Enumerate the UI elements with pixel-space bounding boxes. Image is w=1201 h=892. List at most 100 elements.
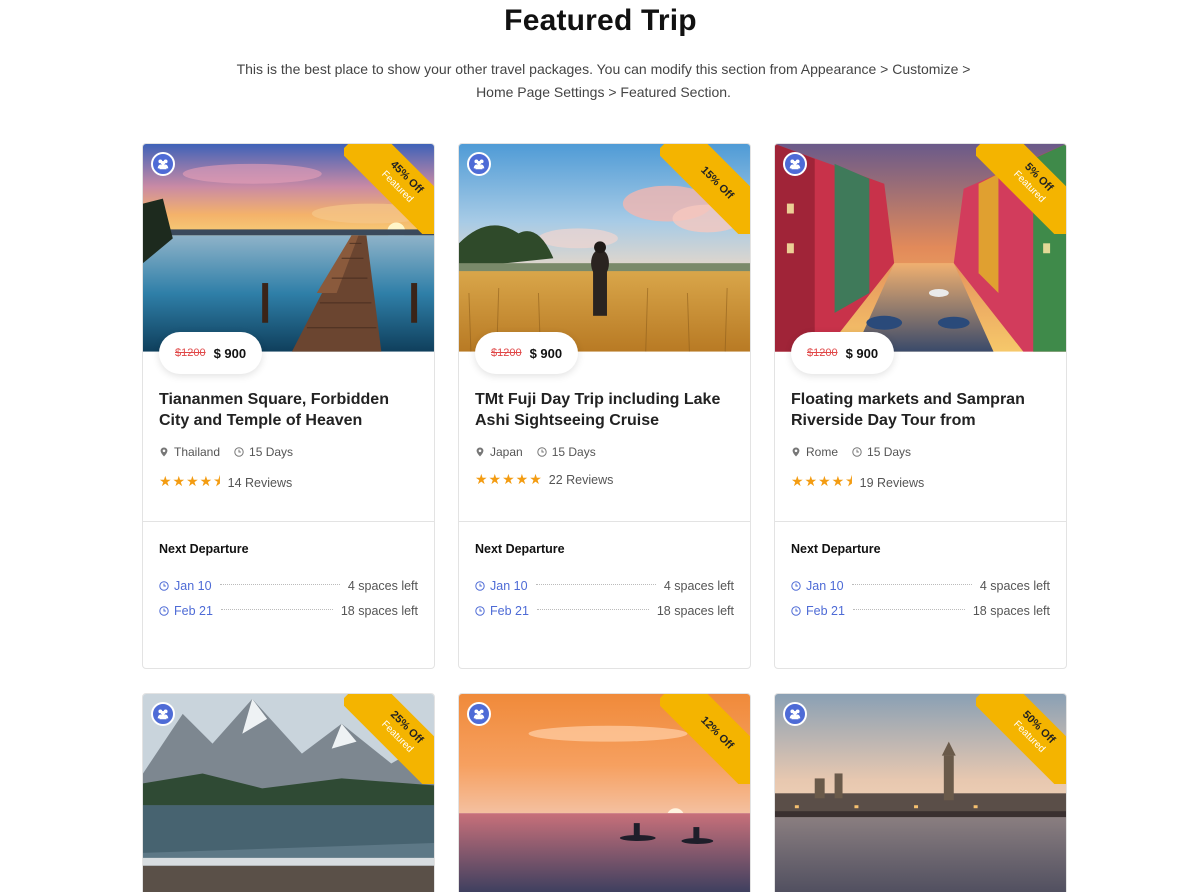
map-pin-icon: [791, 447, 801, 457]
trip-card[interactable]: 12% Off: [458, 693, 751, 892]
dotted-leader: [220, 609, 333, 610]
departure-row[interactable]: Feb 21 18 spaces left: [475, 598, 734, 623]
clock-icon: [852, 447, 862, 457]
departure-row[interactable]: Jan 10 4 spaces left: [791, 573, 1050, 598]
duration-text: 15 Days: [551, 445, 596, 459]
dotted-leader: [219, 584, 340, 585]
clock-icon: [475, 606, 485, 616]
departure-row[interactable]: Jan 10 4 spaces left: [159, 573, 418, 598]
trip-image-lake-pier[interactable]: 45% Off Featured: [143, 144, 434, 353]
clock-icon: [791, 606, 801, 616]
group-tour-icon: [783, 152, 807, 176]
duration-text: 15 Days: [249, 445, 294, 459]
discount-ribbon: 45% Off Featured: [344, 144, 434, 234]
clock-icon: [791, 581, 801, 591]
spaces-left: 18 spaces left: [656, 603, 734, 618]
trip-title[interactable]: TMt Fuji Day Trip including Lake Ashi Si…: [475, 389, 734, 431]
new-price: $ 900: [529, 345, 563, 361]
clock-icon: [234, 447, 244, 457]
trip-card[interactable]: 45% Off Featured $1200 $ 900 Tiananmen Sq…: [142, 143, 435, 669]
price-badge: $1200 $ 900: [475, 332, 579, 374]
rating: ★★★★★ 22 Reviews: [475, 471, 734, 488]
clock-icon: [475, 581, 485, 591]
departure-date: Jan 10: [806, 578, 844, 593]
group-tour-icon: [467, 702, 491, 726]
next-departures: Next Departure Jan 10 4 spaces left Feb …: [475, 542, 734, 623]
duration: 15 Days: [537, 445, 596, 459]
duration: 15 Days: [234, 445, 293, 459]
star-rating-icon: ★★★★★: [475, 471, 543, 487]
location-text: Japan: [490, 445, 523, 459]
spaces-left: 4 spaces left: [663, 578, 734, 593]
departure-date: Feb 21: [806, 603, 845, 618]
group-tour-icon: [151, 152, 175, 176]
new-price: $ 900: [213, 345, 247, 361]
trip-image-canal[interactable]: 5% Off Featured: [775, 144, 1066, 353]
section-description: This is the best place to show your othe…: [236, 61, 971, 100]
reviews-count[interactable]: 22 Reviews: [549, 473, 614, 487]
group-tour-icon: [467, 152, 491, 176]
rating: ★★★★⯨ 19 Reviews: [791, 471, 1050, 495]
departure-date: Jan 10: [490, 578, 528, 593]
divider: [775, 521, 1066, 522]
trip-image-london-river[interactable]: 50% Off Featured: [775, 694, 1066, 892]
spaces-left: 18 spaces left: [972, 603, 1050, 618]
map-pin-icon: [475, 447, 485, 457]
rating: ★★★★⯨ 14 Reviews: [159, 471, 418, 495]
clock-icon: [159, 581, 169, 591]
discount-ribbon: 12% Off: [660, 694, 750, 784]
old-price: $1200: [175, 347, 206, 359]
location: Thailand: [159, 445, 220, 459]
location: Japan: [475, 445, 523, 459]
discount-ribbon: 25% Off Featured: [344, 694, 434, 784]
location-text: Thailand: [174, 445, 221, 459]
departure-row[interactable]: Jan 10 4 spaces left: [475, 573, 734, 598]
trip-title[interactable]: Tiananmen Square, Forbidden City and Tem…: [159, 389, 418, 431]
duration-text: 15 Days: [867, 445, 912, 459]
discount-ribbon: 50% Off Featured: [976, 694, 1066, 784]
group-tour-icon: [783, 702, 807, 726]
trip-card[interactable]: 5% Off Featured $1200 $ 900 Floating mark…: [774, 143, 1067, 669]
discount-ribbon: 5% Off Featured: [976, 144, 1066, 234]
trip-image-mountain-lake[interactable]: 25% Off Featured: [143, 694, 434, 892]
next-departure-heading: Next Departure: [475, 542, 565, 556]
trip-title[interactable]: Floating markets and Sampran Riverside D…: [791, 389, 1050, 431]
trip-image-sunset-kayak[interactable]: 12% Off: [459, 694, 750, 892]
spaces-left: 4 spaces left: [347, 578, 418, 593]
old-price: $1200: [807, 347, 838, 359]
trip-card[interactable]: 15% Off $1200 $ 900 TMt Fuji Day Trip in…: [458, 143, 751, 669]
reviews-count[interactable]: 19 Reviews: [860, 476, 925, 490]
trip-image-wheat-field[interactable]: 15% Off: [459, 144, 750, 353]
price-badge: $1200 $ 900: [791, 332, 895, 374]
departure-date: Feb 21: [174, 603, 213, 618]
spaces-left: 18 spaces left: [340, 603, 418, 618]
discount-ribbon: 15% Off: [660, 144, 750, 234]
map-pin-icon: [159, 447, 169, 457]
old-price: $1200: [491, 347, 522, 359]
dotted-leader: [535, 584, 656, 585]
dotted-leader: [852, 609, 965, 610]
trip-card[interactable]: 50% Off Featured: [774, 693, 1067, 892]
divider: [143, 521, 434, 522]
reviews-count[interactable]: 14 Reviews: [228, 476, 293, 490]
location-text: Rome: [806, 445, 839, 459]
dotted-leader: [851, 584, 972, 585]
location: Rome: [791, 445, 838, 459]
price-badge: $1200 $ 900: [159, 332, 263, 374]
discount-label: 15% Off: [698, 164, 736, 202]
clock-icon: [537, 447, 547, 457]
next-departure-heading: Next Departure: [791, 542, 881, 556]
next-departures: Next Departure Jan 10 4 spaces left Feb …: [791, 542, 1050, 623]
trip-card[interactable]: 25% Off Featured: [142, 693, 435, 892]
star-rating-icon: ★★★★⯨: [791, 473, 854, 489]
new-price: $ 900: [845, 345, 879, 361]
group-tour-icon: [151, 702, 175, 726]
star-rating-icon: ★★★★⯨: [159, 473, 222, 489]
duration: 15 Days: [852, 445, 911, 459]
section-title: Featured Trip: [504, 4, 697, 37]
departure-date: Jan 10: [174, 578, 212, 593]
departure-row[interactable]: Feb 21 18 spaces left: [791, 598, 1050, 623]
departure-row[interactable]: Feb 21 18 spaces left: [159, 598, 418, 623]
clock-icon: [159, 606, 169, 616]
spaces-left: 4 spaces left: [979, 578, 1050, 593]
